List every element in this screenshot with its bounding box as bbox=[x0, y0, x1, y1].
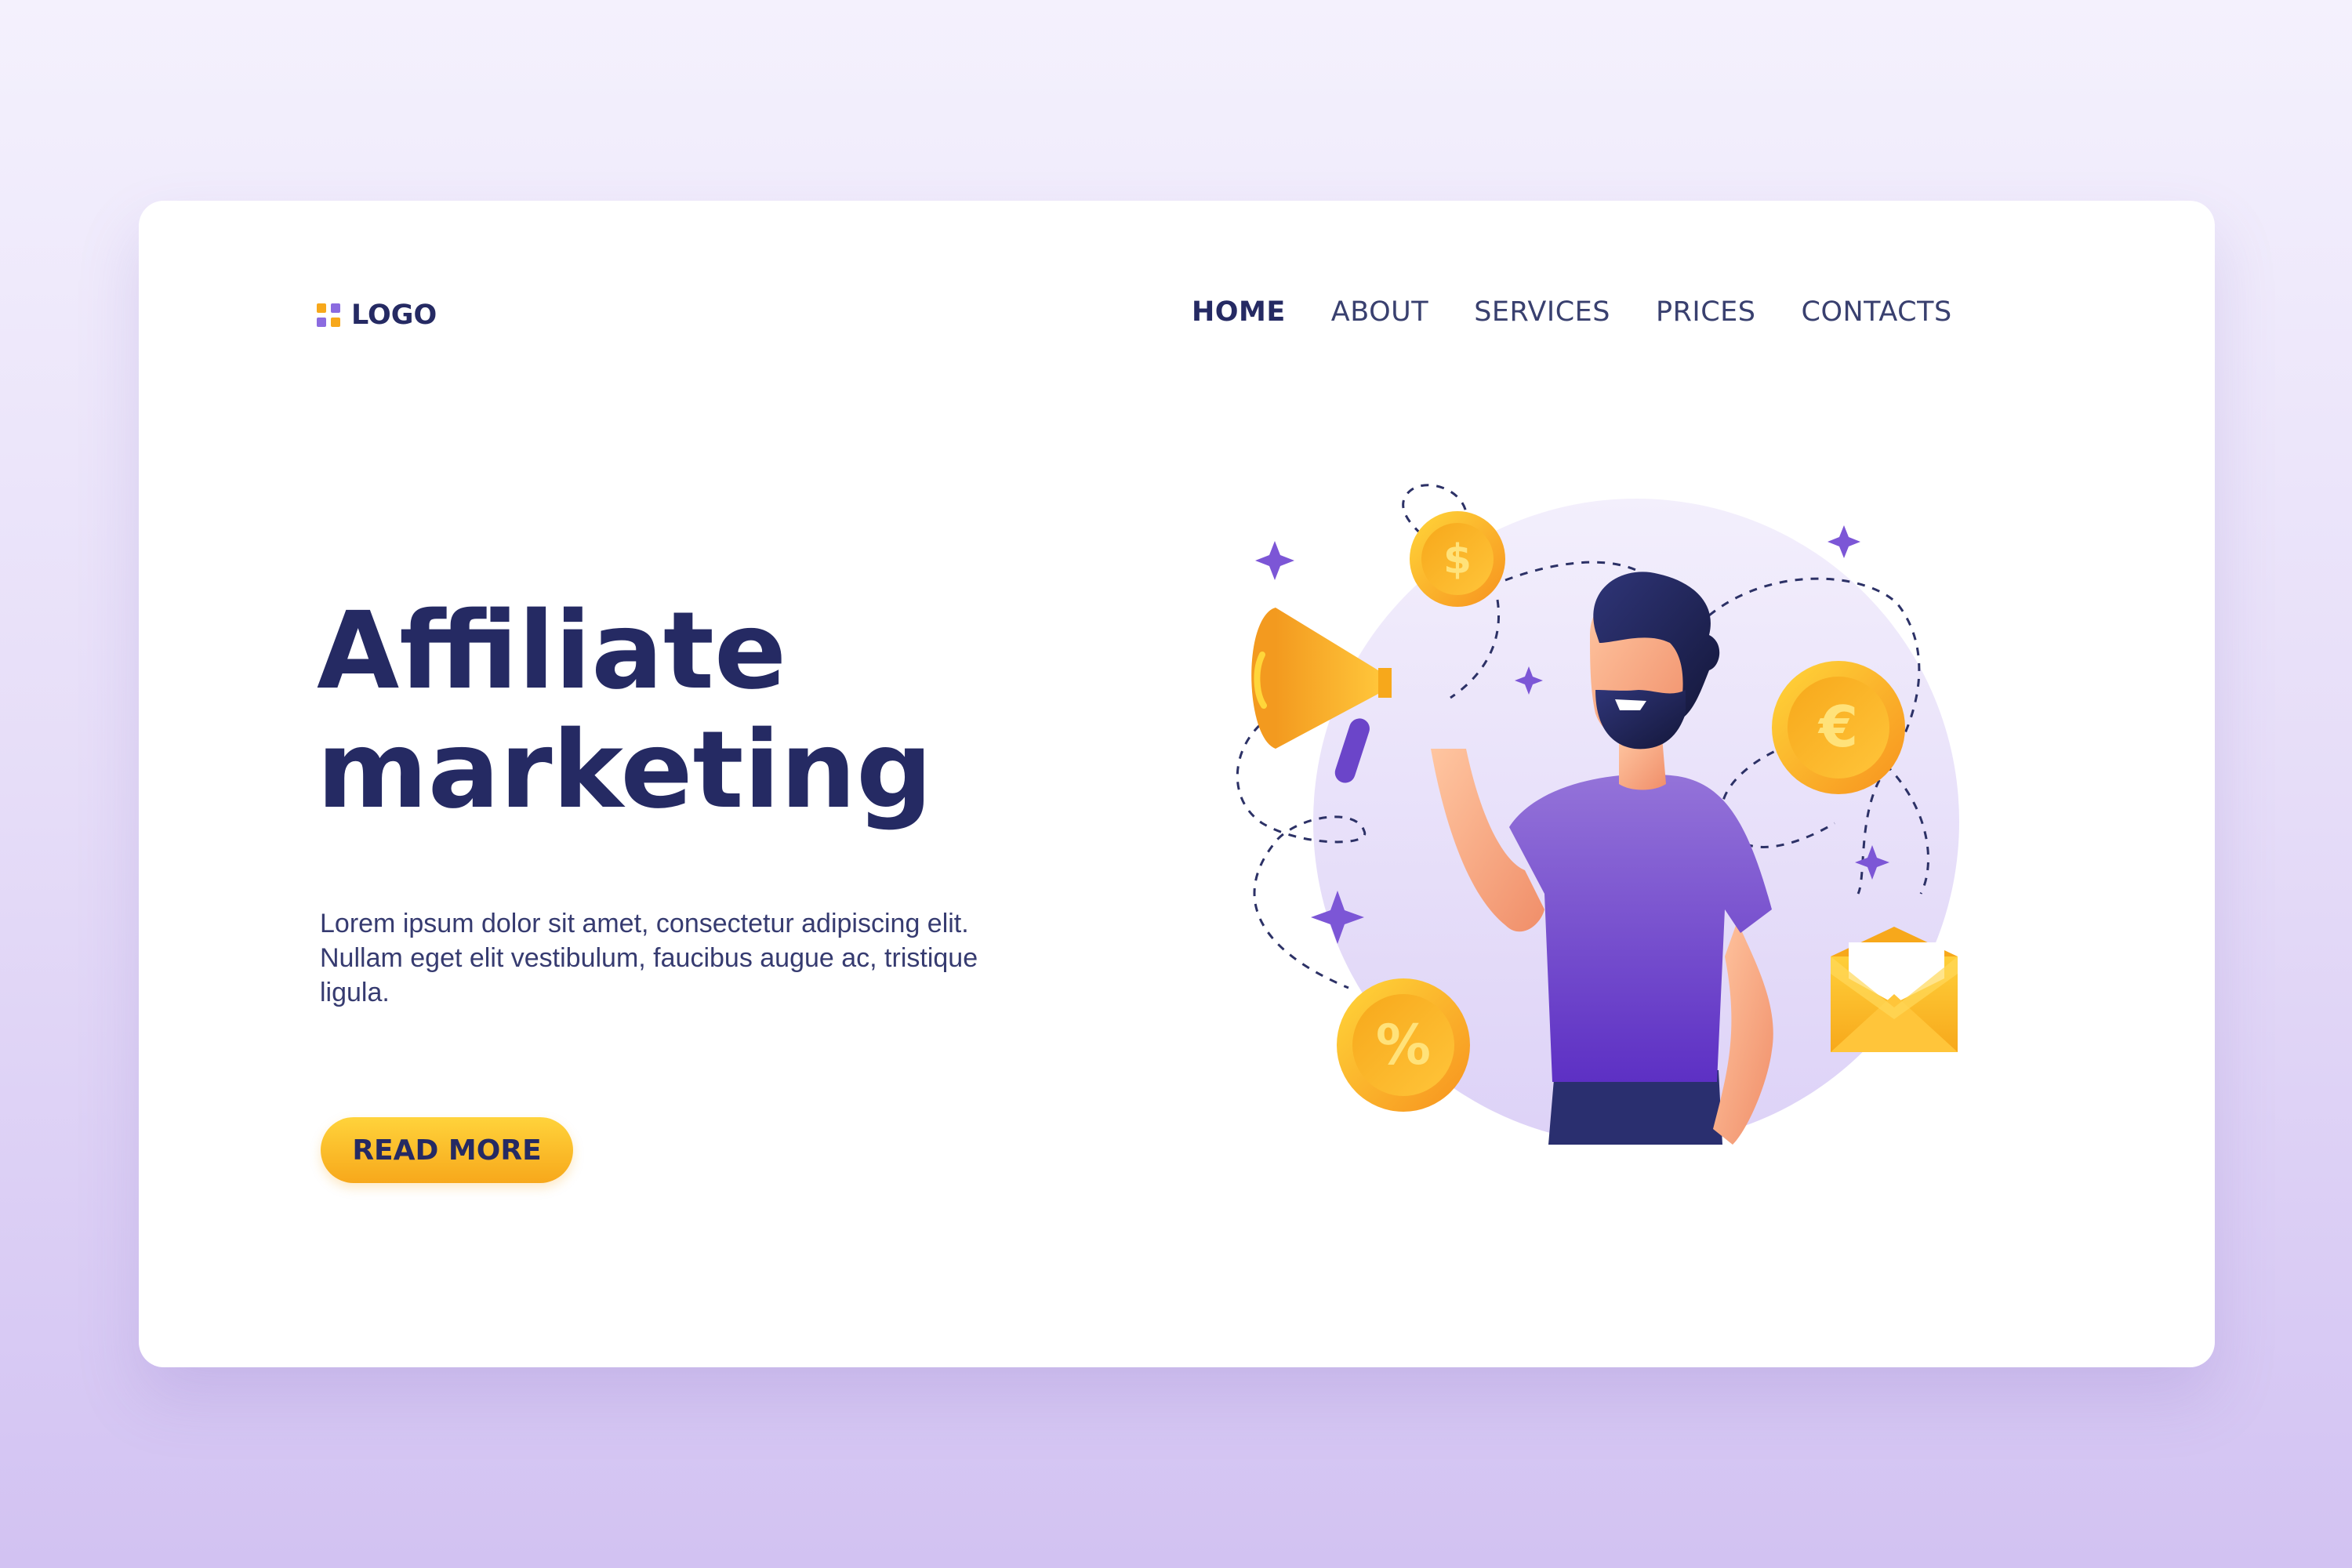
hero-illustration: $ € % bbox=[1236, 484, 1959, 1145]
envelope-icon bbox=[1831, 927, 1958, 1052]
euro-coin-icon: € bbox=[1772, 661, 1905, 794]
nav-services[interactable]: SERVICES bbox=[1474, 296, 1610, 328]
hero-title: Affiliate marketing bbox=[317, 592, 1022, 830]
main-nav: HOME ABOUT SERVICES PRICES CONTACTS bbox=[1192, 296, 1952, 328]
nav-home[interactable]: HOME bbox=[1192, 296, 1286, 328]
hero-title-line-1: Affiliate bbox=[317, 590, 787, 713]
nav-contacts[interactable]: CONTACTS bbox=[1802, 296, 1952, 328]
hero-description: Lorem ipsum dolor sit amet, consectetur … bbox=[320, 909, 978, 1007]
logo[interactable]: LOGO bbox=[317, 299, 437, 331]
percent-coin-icon: % bbox=[1337, 978, 1470, 1112]
logo-text: LOGO bbox=[351, 299, 437, 331]
nav-about[interactable]: ABOUT bbox=[1331, 296, 1428, 328]
svg-text:$: $ bbox=[1443, 536, 1472, 583]
svg-text:€: € bbox=[1817, 694, 1858, 760]
dollar-coin-icon: $ bbox=[1410, 511, 1505, 607]
nav-prices[interactable]: PRICES bbox=[1656, 296, 1756, 328]
svg-text:%: % bbox=[1376, 1013, 1431, 1077]
hero-title-line-2: marketing bbox=[317, 709, 933, 833]
logo-mark-icon bbox=[317, 303, 340, 327]
read-more-button[interactable]: READ MORE bbox=[321, 1117, 573, 1183]
